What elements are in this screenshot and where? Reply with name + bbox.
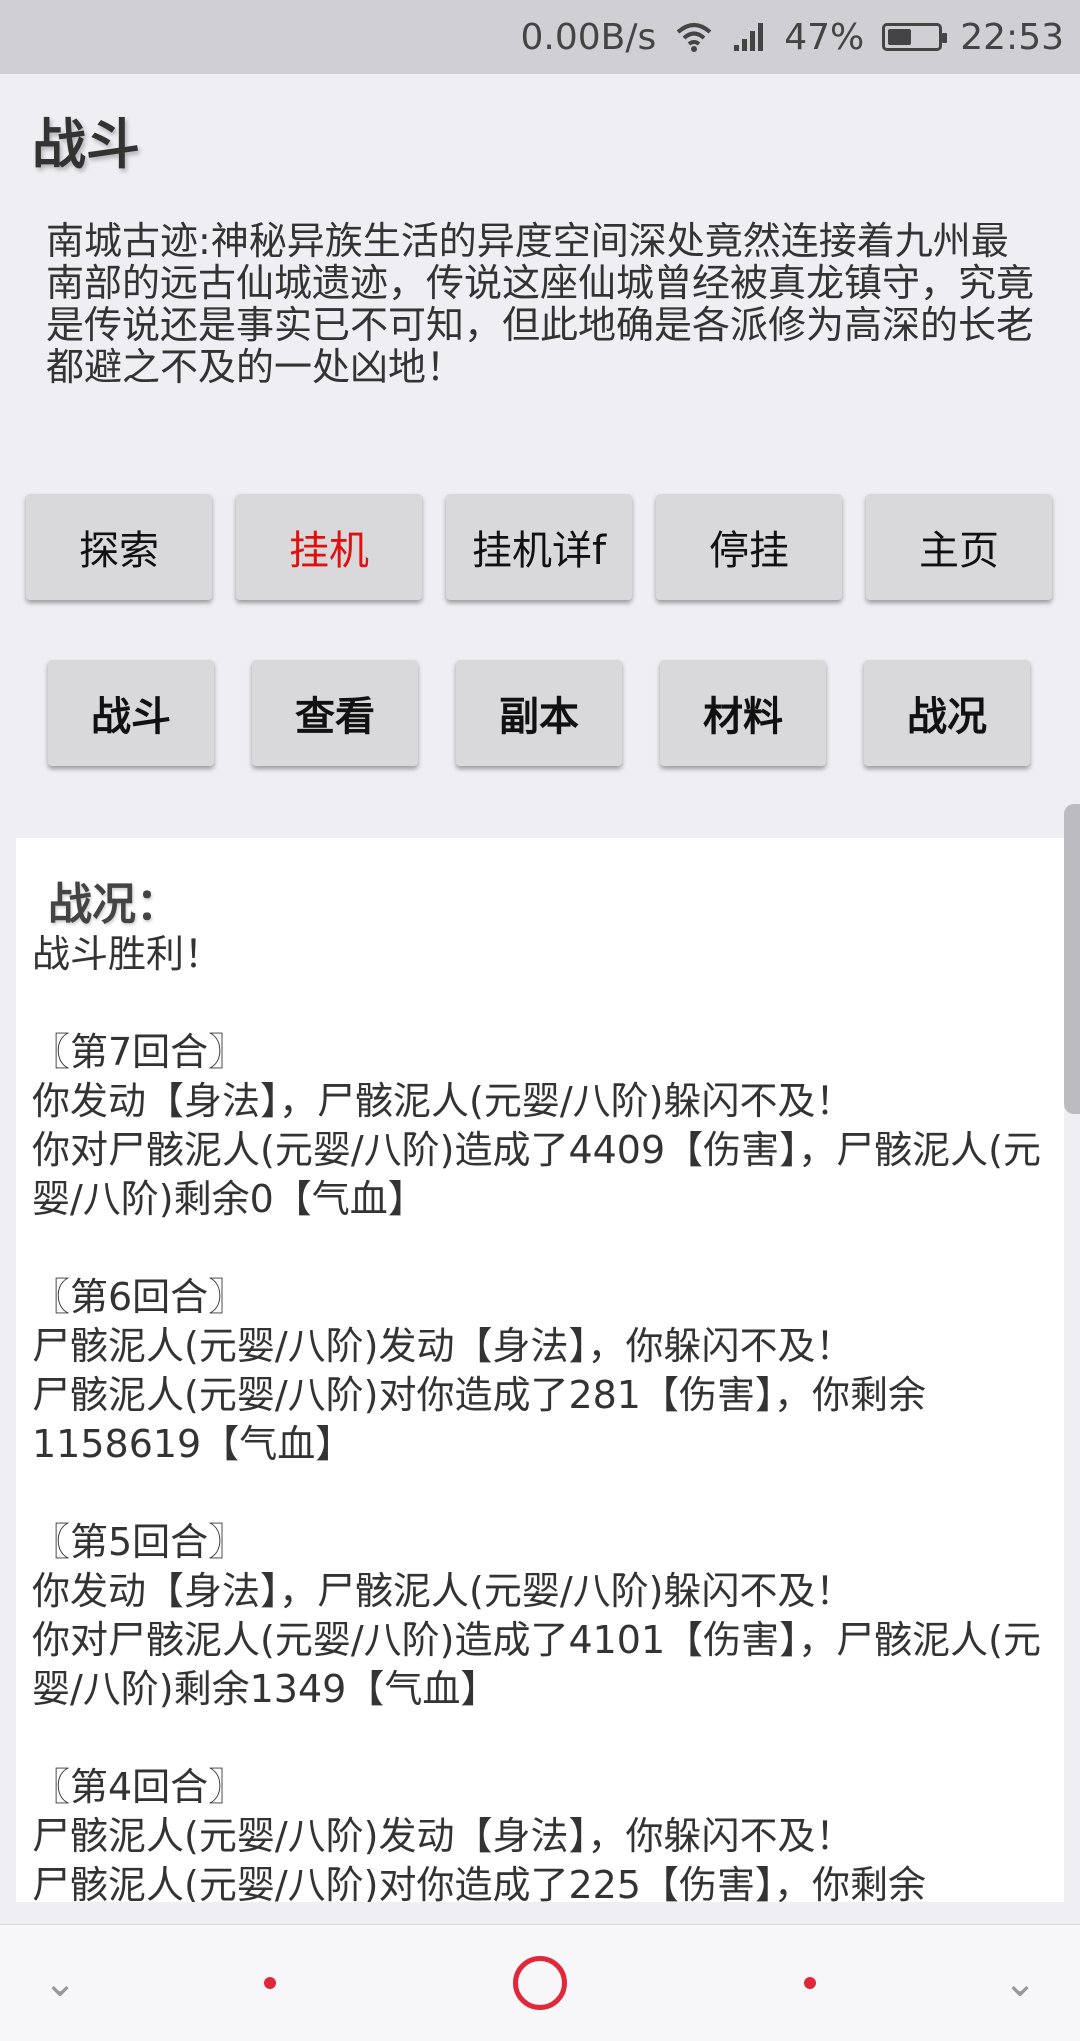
explore-button[interactable]: 探索 xyxy=(26,494,212,600)
clock: 22:53 xyxy=(960,16,1064,58)
battery-icon xyxy=(882,23,948,51)
home-circle-icon[interactable] xyxy=(506,1925,574,2041)
dungeon-button[interactable]: 副本 xyxy=(456,660,622,766)
battle-log-text: 战斗胜利！ 〖第7回合〗 你发动【身法】，尸骸泥人(元婴/八阶)躲闪不及！ 你对… xyxy=(32,932,1041,1902)
chevron-down-icon[interactable]: ⌄ xyxy=(990,1925,1050,2041)
materials-button[interactable]: 材料 xyxy=(660,660,826,766)
bottom-nav-bar: ⌄ ⌄ xyxy=(0,1924,1080,2041)
dot-icon[interactable] xyxy=(780,1925,840,2041)
battle-log-title: 战况： xyxy=(48,879,180,930)
home-button[interactable]: 主页 xyxy=(866,494,1052,600)
stop-idle-button[interactable]: 停挂 xyxy=(656,494,842,600)
action-row-1: 探索 挂机 挂机详f 停挂 主页 xyxy=(26,494,1052,600)
chevron-down-icon[interactable]: ⌄ xyxy=(30,1925,90,2041)
battle-log-panel[interactable]: 战况： 战斗胜利！ 〖第7回合〗 你发动【身法】，尸骸泥人(元婴/八阶)躲闪不及… xyxy=(16,838,1064,1902)
battle-button[interactable]: 战斗 xyxy=(48,660,214,766)
battle-status-button[interactable]: 战况 xyxy=(864,660,1030,766)
location-description: 南城古迹:神秘异族生活的异度空间深处竟然连接着九州最南部的远古仙城遗迹，传说这座… xyxy=(46,219,1035,389)
scrollbar-thumb[interactable] xyxy=(1064,804,1080,1114)
view-button[interactable]: 查看 xyxy=(252,660,418,766)
status-bar: 0.00B/s 47% 22:53 xyxy=(0,0,1080,74)
network-speed: 0.00B/s xyxy=(520,16,657,58)
idle-details-button[interactable]: 挂机详f xyxy=(446,494,632,600)
idle-button[interactable]: 挂机 xyxy=(236,494,422,600)
signal-icon xyxy=(732,21,766,53)
battery-percent: 47% xyxy=(784,16,865,58)
battery-fill xyxy=(888,29,912,45)
action-row-2: 战斗 查看 副本 材料 战况 xyxy=(48,660,1030,766)
dot-icon[interactable] xyxy=(240,1925,300,2041)
wifi-icon xyxy=(674,20,714,54)
page-title: 战斗 xyxy=(32,113,140,176)
